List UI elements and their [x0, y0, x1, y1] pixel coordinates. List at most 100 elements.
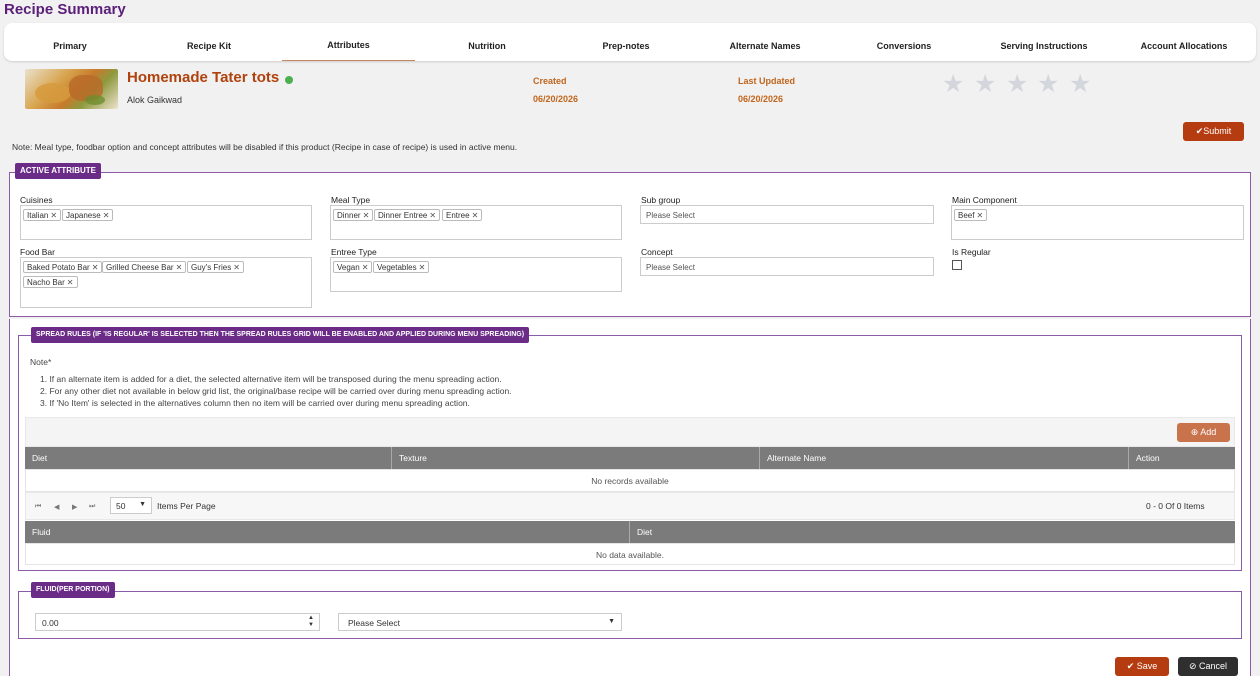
entree-type-label: Entree Type	[331, 247, 377, 257]
remove-icon: ✕	[471, 211, 479, 220]
last-updated-value: 06/20/2026	[738, 94, 784, 104]
chip-vegetables[interactable]: Vegetables ✕	[373, 261, 430, 273]
main-component-multiselect[interactable]: Beef ✕	[951, 205, 1244, 240]
remove-icon: ✕	[66, 278, 74, 287]
items-per-page-label: Items Per Page	[157, 501, 216, 511]
spread-rules-legend: SPREAD RULES (IF 'IS REGULAR' IS SELECTE…	[31, 327, 530, 343]
submit-button[interactable]: ✔Submit	[1183, 122, 1244, 141]
tab-recipe-kit[interactable]: Recipe Kit	[143, 23, 275, 61]
dropdown-arrow-icon: ▼	[608, 618, 615, 625]
fluid-grid-header: Fluid Diet	[25, 521, 1235, 543]
rating-star-icon[interactable]: ★	[1006, 72, 1028, 97]
tab-bar: Primary Recipe Kit Attributes Nutrition …	[4, 23, 1256, 61]
sub-group-label: Sub group	[641, 195, 681, 205]
fluid-legend: FLUID(PER PORTION)	[31, 582, 115, 598]
remove-icon: ✕	[102, 211, 110, 220]
fluid-amount-input[interactable]: 0.00 ▲ ▼	[35, 613, 320, 631]
main-component-label: Main Component	[952, 195, 1017, 205]
plus-circle-icon: ⊕	[1190, 427, 1199, 437]
meal-type-multiselect[interactable]: Dinner ✕ Dinner Entree ✕ Entree ✕	[330, 205, 622, 240]
next-page-icon[interactable]: ▶	[72, 503, 77, 511]
entree-type-multiselect[interactable]: Vegan ✕ Vegetables ✕	[330, 257, 622, 292]
rating-star-icon[interactable]: ★	[1069, 72, 1091, 97]
column-header-texture[interactable]: Texture	[392, 447, 760, 469]
tab-account-allocations[interactable]: Account Allocations	[1116, 23, 1252, 61]
cancel-button[interactable]: ⊘ Cancel	[1178, 657, 1238, 676]
tab-nutrition[interactable]: Nutrition	[421, 23, 553, 61]
recipe-author: Alok Gaikwad	[127, 95, 183, 105]
spread-note-title: Note*	[30, 357, 52, 367]
recipe-thumbnail	[25, 69, 118, 109]
tab-conversions[interactable]: Conversions	[838, 23, 970, 61]
tab-primary[interactable]: Primary	[4, 23, 136, 61]
is-regular-checkbox[interactable]	[952, 260, 962, 270]
spread-grid-header: Diet Texture Alternate Name Action	[25, 447, 1235, 469]
remove-icon: ✕	[976, 211, 984, 220]
remove-icon: ✕	[175, 263, 183, 272]
remove-icon: ✕	[429, 211, 437, 220]
recipe-name: Homemade Tater tots	[127, 69, 280, 86]
chip-italian[interactable]: Italian ✕	[23, 209, 62, 221]
spread-note-item: 1. If an alternate item is added for a d…	[40, 374, 502, 384]
chip-nacho-bar[interactable]: Nacho Bar ✕	[23, 276, 78, 288]
tab-alternate-names[interactable]: Alternate Names	[699, 23, 831, 61]
chip-baked-potato-bar[interactable]: Baked Potato Bar ✕	[23, 261, 103, 273]
cuisines-multiselect[interactable]: Italian ✕ Japanese ✕	[20, 205, 312, 240]
active-attribute-legend: ACTIVE ATTRIBUTE	[15, 163, 101, 179]
chip-dinner-entree[interactable]: Dinner Entree ✕	[374, 209, 441, 221]
created-label: Created	[533, 76, 567, 86]
chip-dinner[interactable]: Dinner ✕	[333, 209, 374, 221]
tab-attributes[interactable]: Attributes	[282, 23, 415, 61]
created-value: 06/20/2026	[533, 94, 579, 104]
chip-japanese[interactable]: Japanese ✕	[62, 209, 114, 221]
column-header-action[interactable]: Action	[1129, 447, 1235, 469]
remove-icon: ✕	[233, 263, 240, 272]
spread-note-item: 3. If 'No Item' is selected in the alter…	[40, 398, 470, 408]
last-page-icon[interactable]: ⏭	[89, 503, 95, 511]
sub-group-select[interactable]: Please Select	[640, 205, 934, 224]
chip-vegan[interactable]: Vegan ✕	[333, 261, 373, 273]
grid-toolbar	[25, 417, 1235, 447]
food-bar-label: Food Bar	[20, 247, 55, 257]
rating-star-icon[interactable]: ★	[1037, 72, 1059, 97]
column-header-alternate-name[interactable]: Alternate Name	[760, 447, 1129, 469]
column-header-fluid[interactable]: Fluid	[25, 521, 630, 543]
fluid-grid-empty-message: No data available.	[25, 543, 1235, 565]
rating-star-icon[interactable]: ★	[974, 72, 996, 97]
chip-grilled-cheese-bar[interactable]: Grilled Cheese Bar ✕	[102, 261, 187, 273]
chip-guys-fries[interactable]: Guy's Fries ✕	[187, 261, 244, 273]
first-page-icon[interactable]: ⏮	[35, 503, 41, 511]
status-dot-icon	[285, 76, 293, 84]
remove-icon: ✕	[362, 211, 370, 220]
is-regular-label: Is Regular	[952, 247, 991, 257]
remove-icon: ✕	[418, 263, 426, 272]
grid-empty-message: No records available	[25, 469, 1235, 492]
active-menu-note: Note: Meal type, foodbar option and conc…	[12, 142, 518, 152]
column-header-diet[interactable]: Diet	[630, 521, 1235, 543]
save-button[interactable]: ✔ Save	[1115, 657, 1169, 676]
concept-select[interactable]: Please Select	[640, 257, 934, 276]
add-button[interactable]: ⊕ Add	[1177, 423, 1230, 442]
spread-note-item: 2. For any other diet not available in b…	[40, 386, 512, 396]
fluid-unit-select[interactable]: Please Select ▼	[338, 613, 622, 631]
chip-entree[interactable]: Entree ✕	[442, 209, 483, 221]
check-circle-icon: ✔	[1126, 661, 1135, 671]
last-updated-label: Last Updated	[738, 76, 796, 86]
remove-icon: ✕	[91, 263, 99, 272]
tab-serving-instructions[interactable]: Serving Instructions	[977, 23, 1111, 61]
tab-prep-notes[interactable]: Prep-notes	[560, 23, 692, 61]
rating-star-icon[interactable]: ★	[942, 72, 964, 97]
page-size-select[interactable]: 50 ▼	[110, 497, 152, 514]
dropdown-arrow-icon: ▼	[139, 501, 146, 508]
prev-page-icon[interactable]: ◀	[54, 503, 59, 511]
meal-type-label: Meal Type	[331, 195, 371, 205]
chip-beef[interactable]: Beef ✕	[954, 209, 988, 221]
pager-summary: 0 - 0 Of 0 Items	[1146, 501, 1205, 511]
column-header-diet[interactable]: Diet	[25, 447, 392, 469]
cuisines-label: Cuisines	[20, 195, 53, 205]
cancel-icon: ⊘	[1188, 661, 1197, 671]
food-bar-multiselect[interactable]: Baked Potato Bar ✕ Grilled Cheese Bar ✕ Gu…	[20, 257, 312, 308]
spinner-arrows-icon[interactable]: ▲ ▼	[308, 615, 314, 629]
concept-label: Concept	[641, 247, 673, 257]
remove-icon: ✕	[50, 211, 58, 220]
